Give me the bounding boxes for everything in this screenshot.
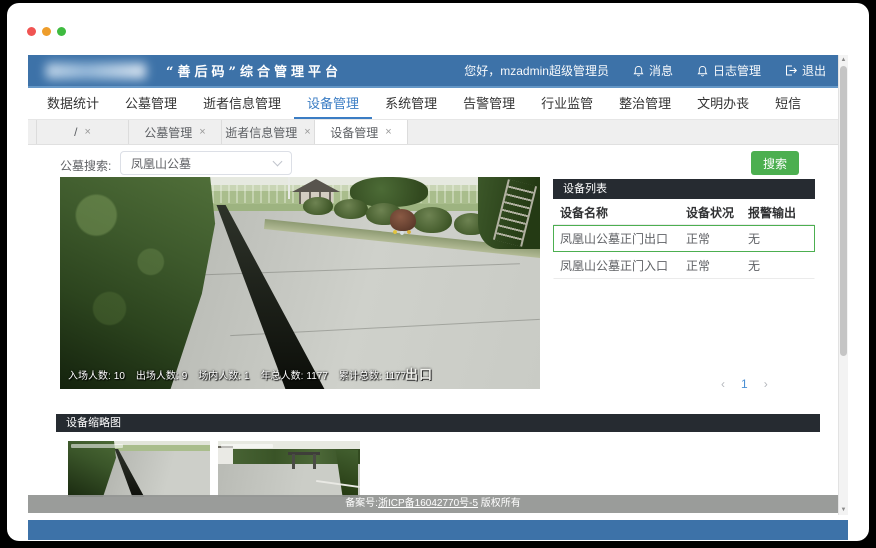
- messages-menu-item[interactable]: 消息: [633, 62, 673, 79]
- thumbnails-title: 设备缩略图: [56, 414, 820, 432]
- scene-flowers: [392, 230, 414, 235]
- bell-icon: [697, 65, 708, 77]
- nav-item-sms[interactable]: 短信: [762, 88, 814, 119]
- window-minimize-icon[interactable]: [42, 27, 51, 36]
- nav-item-industry-supervision[interactable]: 行业监管: [528, 88, 606, 119]
- tab-bar: / × 公墓管理 × 逝者信息管理 × 设备管理 ×: [28, 120, 838, 145]
- table-row[interactable]: 凤凰山公墓正门入口 正常 无: [553, 252, 815, 279]
- scroll-up-icon[interactable]: ▲: [839, 55, 848, 65]
- window-zoom-icon[interactable]: [57, 27, 66, 36]
- people-count-overlay: 入场人数:10 出场人数:9 场内人数:1 年总人数:1177 累计总数:117…: [68, 367, 406, 382]
- cemetery-search-label: 公墓搜索:: [60, 157, 111, 174]
- scene-gate-post: [292, 454, 295, 469]
- scroll-down-icon[interactable]: ▼: [839, 505, 848, 515]
- scene-stone-monument: [390, 209, 416, 231]
- col-device-status: 设备状况: [686, 204, 748, 221]
- logout-menu-item[interactable]: 退出: [785, 62, 826, 79]
- bush-shape: [303, 197, 333, 215]
- tab-root[interactable]: / ×: [36, 120, 129, 144]
- col-alarm-output: 报警输出: [748, 204, 810, 221]
- table-row[interactable]: 凤凰山公墓正门出口 正常 无: [553, 225, 815, 252]
- window-close-icon[interactable]: [27, 27, 36, 36]
- cemetery-select-value: 凤凰山公墓: [131, 155, 191, 172]
- prev-page-icon[interactable]: ‹: [721, 377, 725, 391]
- page-footer: 备案号:浙ICP备16042770号-5 版权所有: [28, 495, 838, 513]
- col-device-name: 设备名称: [554, 204, 686, 221]
- device-list-panel: 设备列表 设备名称 设备状况 报警输出 凤凰山公墓正门出口 正常 无 凤凰山公墓…: [553, 179, 815, 279]
- logout-icon: [785, 65, 797, 76]
- user-greeting: 您好，mzadmin超级管理员: [464, 62, 609, 79]
- nav-item-rectification[interactable]: 整治管理: [606, 88, 684, 119]
- scene-gate-post: [313, 454, 316, 469]
- main-nav: 数据统计 公墓管理 逝者信息管理 设备管理 系统管理 告警管理 行业监管 整治管…: [28, 88, 838, 120]
- nav-item-civilized-funeral[interactable]: 文明办丧: [684, 88, 762, 119]
- nav-item-data-stats[interactable]: 数据统计: [34, 88, 112, 119]
- tab-device-mgmt[interactable]: 设备管理 ×: [315, 120, 408, 144]
- close-icon[interactable]: ×: [304, 127, 310, 138]
- app-title: “善后码”综合管理平台: [166, 61, 342, 80]
- cemetery-select[interactable]: 凤凰山公墓: [120, 151, 292, 175]
- close-icon[interactable]: ×: [84, 127, 90, 138]
- logs-menu-item[interactable]: 日志管理: [697, 62, 761, 79]
- scrollbar-thumb[interactable]: [840, 66, 847, 356]
- search-button[interactable]: 搜索: [751, 151, 799, 175]
- bush-shape: [334, 199, 368, 219]
- thumbnail-exit-camera[interactable]: [68, 441, 210, 497]
- device-table-header: 设备名称 设备状况 报警输出: [553, 199, 815, 225]
- timestamp-overlay: [221, 444, 273, 448]
- chevron-down-icon: [273, 157, 283, 167]
- copyright-text: 版权所有: [478, 498, 521, 509]
- bush-shape: [412, 207, 452, 233]
- close-icon[interactable]: ×: [199, 127, 205, 138]
- next-page-icon[interactable]: ›: [764, 377, 768, 391]
- close-icon[interactable]: ×: [385, 127, 391, 138]
- page: “善后码”综合管理平台 您好，mzadmin超级管理员 消息 日志管理: [28, 55, 838, 515]
- bottom-blue-bar: [28, 520, 848, 540]
- gate-exit-label: 出口: [405, 364, 433, 383]
- device-list-title: 设备列表: [553, 179, 815, 199]
- scene-flagpole: [288, 177, 290, 199]
- nav-item-system-mgmt[interactable]: 系统管理: [372, 88, 450, 119]
- browser-window: “善后码”综合管理平台 您好，mzadmin超级管理员 消息 日志管理: [7, 3, 869, 541]
- nav-item-alarm-mgmt[interactable]: 告警管理: [450, 88, 528, 119]
- timestamp-overlay: [71, 444, 123, 448]
- app-viewport: “善后码”综合管理平台 您好，mzadmin超级管理员 消息 日志管理: [28, 55, 848, 515]
- app-header: “善后码”综合管理平台 您好，mzadmin超级管理员 消息 日志管理: [28, 55, 838, 88]
- icp-link[interactable]: 浙ICP备16042770号-5: [378, 498, 478, 509]
- page-number[interactable]: 1: [741, 377, 748, 391]
- camera-feed[interactable]: 入场人数:10 出场人数:9 场内人数:1 年总人数:1177 累计总数:117…: [60, 177, 540, 389]
- tab-deceased-info[interactable]: 逝者信息管理 ×: [222, 120, 315, 144]
- header-user-area: 您好，mzadmin超级管理员 消息 日志管理: [464, 62, 826, 79]
- vertical-scrollbar[interactable]: ▲ ▼: [838, 55, 848, 515]
- pagination: ‹ 1 ›: [721, 377, 768, 391]
- tab-content: 公墓搜索: 凤凰山公墓 搜索: [28, 145, 838, 513]
- thumbnail-entrance-camera[interactable]: [218, 441, 360, 497]
- nav-item-deceased-info[interactable]: 逝者信息管理: [190, 88, 294, 119]
- nav-item-device-mgmt[interactable]: 设备管理: [294, 88, 372, 119]
- bell-icon: [633, 65, 644, 77]
- logo-blurred: [46, 63, 146, 79]
- nav-item-cemetery-mgmt[interactable]: 公墓管理: [112, 88, 190, 119]
- thumbnail-list: [68, 441, 360, 497]
- tab-cemetery-mgmt[interactable]: 公墓管理 ×: [129, 120, 222, 144]
- icp-prefix: 备案号:: [345, 498, 378, 509]
